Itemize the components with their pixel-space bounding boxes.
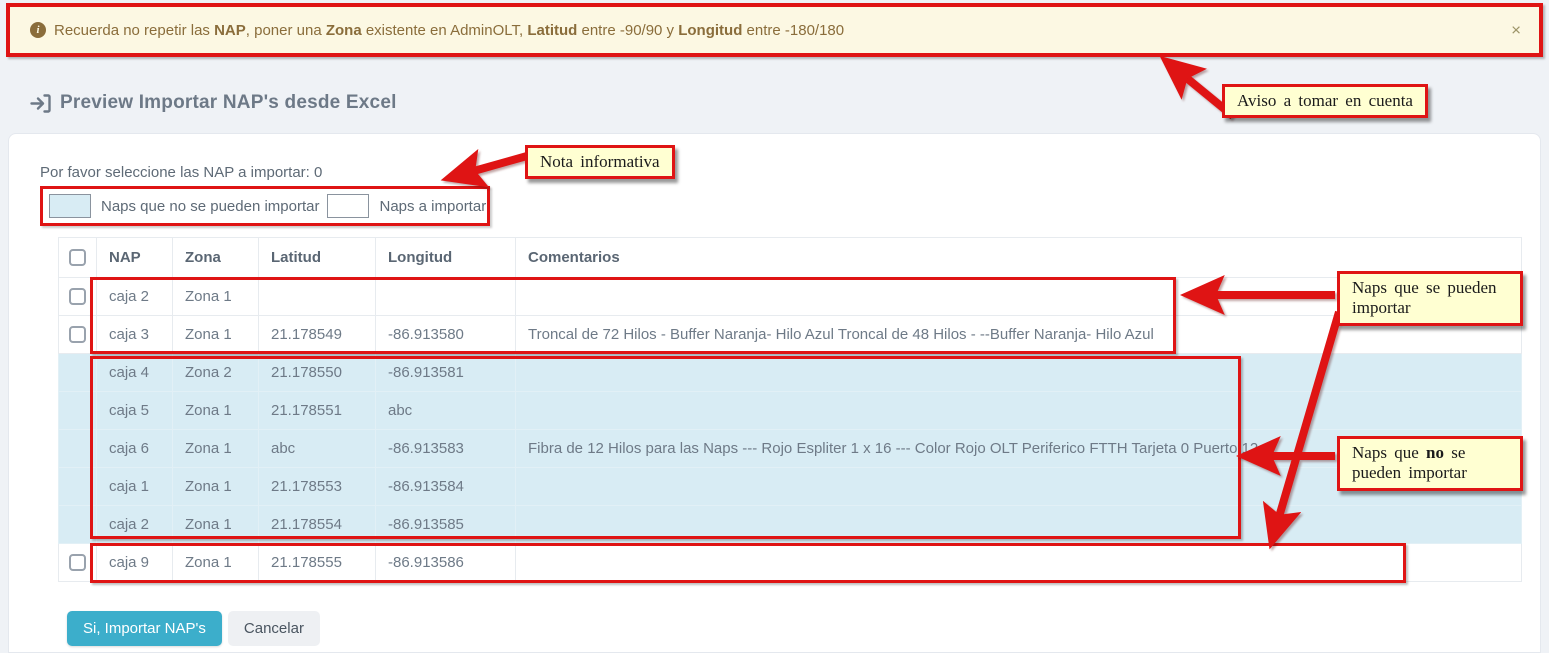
cell-latitud: 21.178551 xyxy=(259,392,376,430)
cell-longitud: -86.913584 xyxy=(376,468,516,506)
cell-zona: Zona 1 xyxy=(173,544,259,582)
row-checkbox[interactable] xyxy=(69,288,86,305)
row-checkbox-cell xyxy=(59,468,97,506)
cell-longitud: -86.913585 xyxy=(376,506,516,544)
header-latitud: Latitud xyxy=(259,238,376,278)
header-checkbox-cell xyxy=(59,238,97,278)
cell-zona: Zona 1 xyxy=(173,430,259,468)
table-row: caja 6Zona 1abc-86.913583Fibra de 12 Hil… xyxy=(59,430,1522,468)
warning-alert: i Recuerda no repetir las NAP, poner una… xyxy=(10,7,1539,53)
cell-nap: caja 9 xyxy=(97,544,173,582)
row-checkbox[interactable] xyxy=(69,326,86,343)
cell-nap: caja 4 xyxy=(97,354,173,392)
row-checkbox-cell xyxy=(59,430,97,468)
header-nap: NAP xyxy=(97,238,173,278)
row-checkbox-cell xyxy=(59,544,97,582)
cell-nap: caja 5 xyxy=(97,392,173,430)
close-icon[interactable]: × xyxy=(1511,22,1521,39)
info-icon: i xyxy=(30,22,46,38)
callout-nota: Nota informativa xyxy=(525,145,675,179)
cell-nap: caja 6 xyxy=(97,430,173,468)
selected-count: 0 xyxy=(314,164,322,181)
header-zona: Zona xyxy=(173,238,259,278)
cell-comentarios xyxy=(516,506,1522,544)
cell-longitud xyxy=(376,278,516,316)
cell-latitud: 21.178555 xyxy=(259,544,376,582)
cell-latitud: 21.178550 xyxy=(259,354,376,392)
legend-label-importable: Naps a importar xyxy=(379,198,486,215)
row-checkbox-cell xyxy=(59,278,97,316)
selection-note: Por favor seleccione las NAP a importar:… xyxy=(40,164,322,181)
cell-zona: Zona 1 xyxy=(173,506,259,544)
legend-swatch-importable xyxy=(327,194,369,218)
cell-longitud: -86.913580 xyxy=(376,316,516,354)
table-row: caja 4Zona 221.178550-86.913581 xyxy=(59,354,1522,392)
cell-longitud: -86.913586 xyxy=(376,544,516,582)
row-checkbox-cell xyxy=(59,354,97,392)
cell-nap: caja 2 xyxy=(97,278,173,316)
select-all-checkbox[interactable] xyxy=(69,249,86,266)
action-buttons: Si, Importar NAP's Cancelar xyxy=(67,611,320,646)
nap-table: NAP Zona Latitud Longitud Comentarios ca… xyxy=(58,237,1522,582)
page-title: Preview Importar NAP's desde Excel xyxy=(30,92,397,114)
cell-latitud: 21.178554 xyxy=(259,506,376,544)
row-checkbox-cell xyxy=(59,392,97,430)
cell-longitud: abc xyxy=(376,392,516,430)
cell-longitud: -86.913583 xyxy=(376,430,516,468)
cell-latitud: 21.178549 xyxy=(259,316,376,354)
legend-swatch-blocked xyxy=(49,194,91,218)
cell-latitud xyxy=(259,278,376,316)
table-row: caja 1Zona 121.178553-86.913584 xyxy=(59,468,1522,506)
cell-zona: Zona 1 xyxy=(173,278,259,316)
cell-longitud: -86.913581 xyxy=(376,354,516,392)
callout-not-importable: Naps que no se pueden importar xyxy=(1337,436,1523,491)
cell-latitud: abc xyxy=(259,430,376,468)
table-header-row: NAP Zona Latitud Longitud Comentarios xyxy=(59,238,1522,278)
alert-annotation-rect: i Recuerda no repetir las NAP, poner una… xyxy=(6,3,1543,57)
legend: Naps que no se pueden importar Naps a im… xyxy=(40,186,490,226)
table-row: caja 3Zona 121.178549-86.913580Troncal d… xyxy=(59,316,1522,354)
table-row: caja 2Zona 121.178554-86.913585 xyxy=(59,506,1522,544)
page-title-text: Preview Importar NAP's desde Excel xyxy=(60,92,397,114)
cell-nap: caja 3 xyxy=(97,316,173,354)
legend-label-blocked: Naps que no se pueden importar xyxy=(101,198,319,215)
header-longitud: Longitud xyxy=(376,238,516,278)
table-row: caja 2Zona 1 xyxy=(59,278,1522,316)
cell-zona: Zona 1 xyxy=(173,316,259,354)
row-checkbox[interactable] xyxy=(69,554,86,571)
import-button[interactable]: Si, Importar NAP's xyxy=(67,611,222,646)
selection-note-label: Por favor seleccione las NAP a importar: xyxy=(40,164,310,181)
cell-comentarios xyxy=(516,354,1522,392)
table-row: caja 5Zona 121.178551abc xyxy=(59,392,1522,430)
callout-aviso: Aviso a tomar en cuenta xyxy=(1222,84,1428,118)
cell-zona: Zona 1 xyxy=(173,468,259,506)
cell-nap: caja 2 xyxy=(97,506,173,544)
cell-comentarios xyxy=(516,392,1522,430)
cell-zona: Zona 1 xyxy=(173,392,259,430)
alert-text: Recuerda no repetir las NAP, poner una Z… xyxy=(54,22,844,39)
cell-zona: Zona 2 xyxy=(173,354,259,392)
nap-table-body: caja 2Zona 1caja 3Zona 121.178549-86.913… xyxy=(59,278,1522,582)
cancel-button[interactable]: Cancelar xyxy=(228,611,320,646)
row-checkbox-cell xyxy=(59,506,97,544)
cell-comentarios xyxy=(516,544,1522,582)
row-checkbox-cell xyxy=(59,316,97,354)
sign-in-icon xyxy=(30,94,51,113)
cell-nap: caja 1 xyxy=(97,468,173,506)
callout-importable: Naps que se pueden importar xyxy=(1337,271,1523,326)
table-row: caja 9Zona 121.178555-86.913586 xyxy=(59,544,1522,582)
cell-latitud: 21.178553 xyxy=(259,468,376,506)
